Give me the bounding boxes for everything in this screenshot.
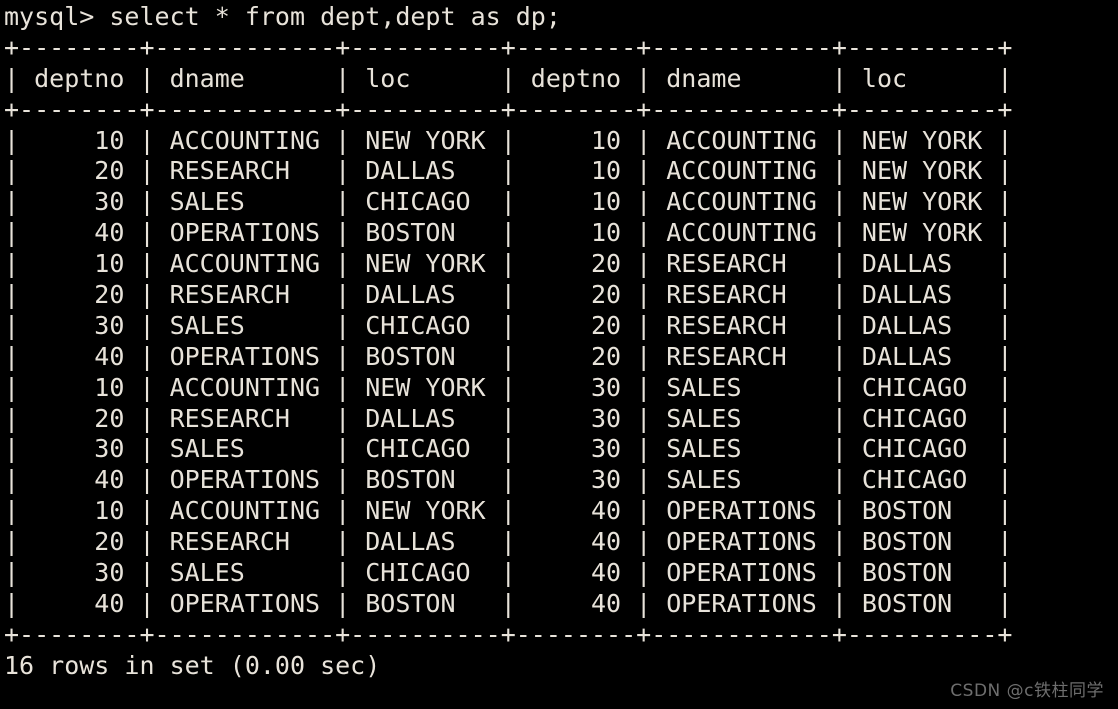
mysql-terminal: mysql> select * from dept,dept as dp; +-… bbox=[0, 0, 1118, 709]
table-row: | 10 | ACCOUNTING | NEW YORK | 20 | RESE… bbox=[4, 249, 1013, 279]
table-row: | 20 | RESEARCH | DALLAS | 30 | SALES | … bbox=[4, 403, 1013, 433]
table-row: | 40 | OPERATIONS | BOSTON | 30 | SALES … bbox=[4, 465, 1013, 495]
table-row: | 30 | SALES | CHICAGO | 20 | RESEARCH |… bbox=[4, 310, 1013, 340]
csdn-watermark: CSDN @c铁柱同学 bbox=[950, 681, 1104, 701]
table-top-border: +--------+------------+----------+------… bbox=[4, 32, 1013, 62]
table-header-row: | deptno | dname | loc | deptno | dname … bbox=[4, 63, 1013, 93]
table-row: | 30 | SALES | CHICAGO | 40 | OPERATIONS… bbox=[4, 558, 1013, 588]
table-row: | 20 | RESEARCH | DALLAS | 20 | RESEARCH… bbox=[4, 280, 1013, 310]
table-row: | 40 | OPERATIONS | BOSTON | 40 | OPERAT… bbox=[4, 588, 1013, 618]
table-row: | 20 | RESEARCH | DALLAS | 10 | ACCOUNTI… bbox=[4, 156, 1013, 186]
table-row: | 20 | RESEARCH | DALLAS | 40 | OPERATIO… bbox=[4, 527, 1013, 557]
table-row: | 10 | ACCOUNTING | NEW YORK | 40 | OPER… bbox=[4, 496, 1013, 526]
table-row: | 30 | SALES | CHICAGO | 10 | ACCOUNTING… bbox=[4, 187, 1013, 217]
table-row: | 30 | SALES | CHICAGO | 30 | SALES | CH… bbox=[4, 434, 1013, 464]
table-row: | 10 | ACCOUNTING | NEW YORK | 10 | ACCO… bbox=[4, 125, 1013, 155]
table-row: | 40 | OPERATIONS | BOSTON | 10 | ACCOUN… bbox=[4, 218, 1013, 248]
table-row: | 40 | OPERATIONS | BOSTON | 20 | RESEAR… bbox=[4, 341, 1013, 371]
table-body: | 10 | ACCOUNTING | NEW YORK | 10 | ACCO… bbox=[4, 126, 1118, 620]
command-prompt-line: mysql> select * from dept,dept as dp; bbox=[4, 2, 561, 31]
table-row: | 10 | ACCOUNTING | NEW YORK | 30 | SALE… bbox=[4, 372, 1013, 402]
table-bottom-border: +--------+------------+----------+------… bbox=[4, 619, 1013, 649]
table-header-border: +--------+------------+----------+------… bbox=[4, 94, 1013, 124]
